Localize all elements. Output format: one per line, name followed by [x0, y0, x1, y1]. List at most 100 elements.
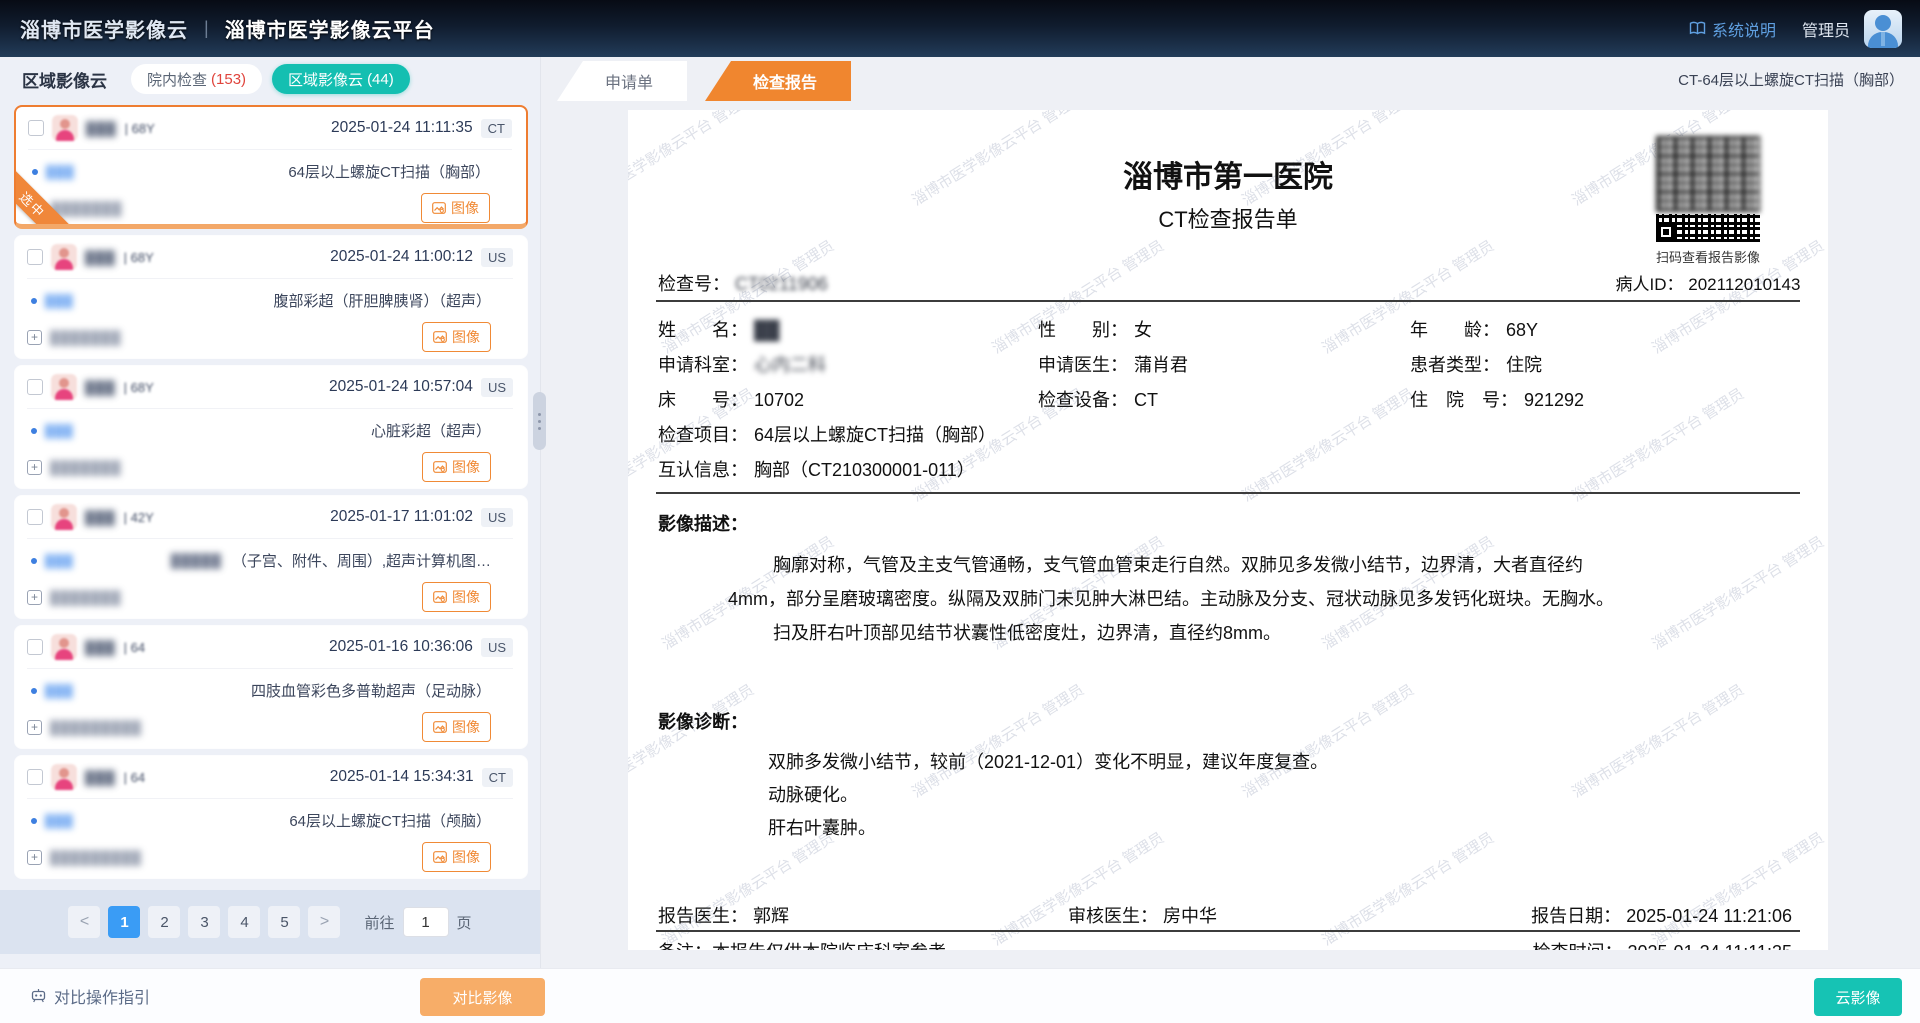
patient-avatar	[51, 244, 77, 270]
next-page-button[interactable]: >	[308, 906, 340, 938]
compare-images-button[interactable]: 对比影像	[420, 978, 545, 1016]
card-checkbox[interactable]	[27, 639, 43, 655]
view-images-button[interactable]: 图像	[422, 842, 491, 872]
exam-card[interactable]: 选中 ███ | 64 2025-01-14 15:34:31 CT ███ 6…	[14, 755, 528, 879]
tab-count: (153)	[211, 71, 246, 88]
modality-badge: CT	[481, 119, 512, 138]
view-images-button[interactable]: 图像	[422, 452, 491, 482]
image-button-label: 图像	[452, 717, 480, 737]
exam-datetime: 2025-01-14 15:34:31	[330, 768, 474, 786]
card-checkbox[interactable]	[27, 769, 43, 785]
expand-plus-icon[interactable]: +	[27, 460, 42, 475]
prev-page-button[interactable]: <	[68, 906, 100, 938]
patient-age: | 64	[124, 640, 145, 655]
page-button-2[interactable]: 2	[148, 906, 180, 938]
exam-card[interactable]: 选中 ███ | 68Y 2025-01-24 11:11:35 CT ███ …	[14, 105, 528, 229]
desc-text: 胸廓对称，气管及主支气管通畅，支气管血管束走行自然。双肺见多发微小结节，边界清，…	[728, 548, 1788, 650]
expand-plus-icon[interactable]: +	[27, 720, 42, 735]
patient-id-label: 病人ID：	[1616, 275, 1684, 294]
panel-resize-handle[interactable]	[533, 392, 546, 450]
info-row-1: 姓 名：██ 性 别：女 年 龄：68Y	[658, 316, 1798, 340]
expand-plus-icon[interactable]: +	[27, 850, 42, 865]
exam-datetime: 2025-01-24 11:11:35	[331, 119, 473, 137]
help-label: 系统说明	[1712, 17, 1776, 41]
page-button-1[interactable]: 1	[108, 906, 140, 938]
exam-card[interactable]: 选中 ███ | 68Y 2025-01-24 10:57:04 US ███ …	[14, 365, 528, 489]
exam-status-blurred: ███	[45, 554, 74, 568]
card-checkbox[interactable]	[27, 509, 43, 525]
image-button-label: 图像	[452, 457, 480, 477]
tab-request-form[interactable]: 申请单	[557, 61, 687, 101]
exam-sidebar: 区域影像云 院内检查 (153) 区域影像云 (44) 选中 ███ | 68Y…	[0, 57, 540, 968]
hospital-name-blurred: █████████	[50, 720, 142, 735]
tab-exam-report[interactable]: 检查报告	[705, 61, 851, 101]
user-avatar[interactable]	[1864, 10, 1902, 48]
exam-card[interactable]: 选中 ███ | 42Y 2025-01-17 11:01:02 US ███ …	[14, 495, 528, 619]
info-row-2: 申请科室：心内二科 申请医生：蒲肖君 患者类型：住院	[658, 351, 1798, 375]
age-value: 68Y	[1506, 320, 1538, 340]
app-header: 淄博市医学影像云 | 淄博市医学影像云平台 系统说明 管理员	[0, 0, 1920, 57]
tab-count: (44)	[367, 71, 394, 88]
status-dot	[32, 169, 38, 175]
report-note-row: 备注：本报告仅供本院临床科室参考 检查时间： 2025-01-24 11:11:…	[658, 938, 1792, 950]
cloud-images-button[interactable]: 云影像	[1814, 978, 1902, 1016]
tab-hospital-exams[interactable]: 院内检查 (153)	[131, 64, 262, 94]
exam-status-blurred: ███	[45, 684, 74, 698]
exam-name: 四肢血管彩色多普勒超声（足动脉）	[251, 680, 491, 701]
status-dot	[31, 298, 37, 304]
note-value: 本报告仅供本院临床科室参考	[712, 942, 946, 950]
tab-regional-cloud[interactable]: 区域影像云 (44)	[272, 64, 410, 94]
exam-datetime: 2025-01-16 10:36:06	[329, 638, 473, 656]
goto-page-input[interactable]	[403, 907, 449, 937]
info-row-3: 床 号：10702 检查设备：CT 住 院 号：921292	[658, 386, 1798, 410]
bottom-action-bar: 对比操作指引 对比影像 云影像	[0, 968, 1920, 1023]
card-checkbox[interactable]	[27, 379, 43, 395]
card-checkbox[interactable]	[28, 120, 44, 136]
mutual-info-value: 胸部（CT210300001-011）	[754, 460, 975, 480]
report-panel: 申请单 检查报告 CT-64层以上螺旋CT扫描（胸部） 淄博市医学影像云平台 管…	[540, 57, 1920, 968]
page-button-5[interactable]: 5	[268, 906, 300, 938]
tab-label: 区域影像云	[288, 69, 363, 90]
exam-name: 腹部彩超（肝胆脾胰肾）（超声）	[273, 290, 491, 311]
book-icon	[1689, 21, 1706, 36]
exam-card-list: 选中 ███ | 68Y 2025-01-24 11:11:35 CT ███ …	[0, 101, 540, 879]
view-images-button[interactable]: 图像	[422, 322, 491, 352]
expand-plus-icon[interactable]: +	[27, 590, 42, 605]
info-row-4: 检查项目：64层以上螺旋CT扫描（胸部）	[658, 421, 1798, 445]
patient-name-blurred: ███	[85, 770, 116, 785]
exam-time-value: 2025-01-24 11:11:35	[1628, 942, 1792, 950]
exam-card[interactable]: 选中 ███ | 64 2025-01-16 10:36:06 US ███ 四…	[14, 625, 528, 749]
compare-guide-link[interactable]: 对比操作指引	[30, 984, 150, 1008]
page-button-3[interactable]: 3	[188, 906, 220, 938]
view-images-button[interactable]: 图像	[422, 582, 491, 612]
exam-status-blurred: ███	[46, 165, 75, 179]
system-help-link[interactable]: 系统说明	[1689, 17, 1776, 41]
image-icon	[433, 331, 447, 343]
patient-avatar	[52, 115, 78, 141]
qr-code	[1656, 136, 1760, 242]
view-images-button[interactable]: 图像	[421, 193, 490, 223]
patient-id-row: 病人ID： 202112010143	[1598, 270, 1818, 295]
status-dot	[31, 818, 37, 824]
card-checkbox[interactable]	[27, 249, 43, 265]
image-icon	[433, 721, 447, 733]
tab-label: 院内检查	[147, 69, 207, 90]
exam-name: 64层以上螺旋CT扫描（颅脑）	[289, 810, 491, 831]
report-document: 淄博市医学影像云平台 管理员淄博市医学影像云平台 管理员淄博市医学影像云平台 管…	[628, 110, 1828, 950]
patient-avatar	[51, 374, 77, 400]
expand-plus-icon[interactable]: +	[27, 330, 42, 345]
exam-status-blurred: ███	[45, 294, 74, 308]
pagination-bar: < 12345 > 前往 页	[0, 890, 540, 954]
request-doctor-value: 蒲肖君	[1134, 355, 1188, 375]
image-icon	[433, 851, 447, 863]
page-button-4[interactable]: 4	[228, 906, 260, 938]
exam-no-value-blurred: CT0211906	[735, 274, 828, 294]
exam-no-label: 检查号：	[658, 274, 730, 294]
exam-name: 心脏彩超（超声）	[371, 420, 491, 441]
patient-age: | 64	[124, 770, 145, 785]
view-images-button[interactable]: 图像	[422, 712, 491, 742]
patient-age: | 68Y	[124, 250, 154, 265]
exam-status-blurred: ███	[45, 814, 74, 828]
modality-badge: US	[481, 378, 513, 397]
exam-card[interactable]: 选中 ███ | 68Y 2025-01-24 11:00:12 US ███ …	[14, 235, 528, 359]
